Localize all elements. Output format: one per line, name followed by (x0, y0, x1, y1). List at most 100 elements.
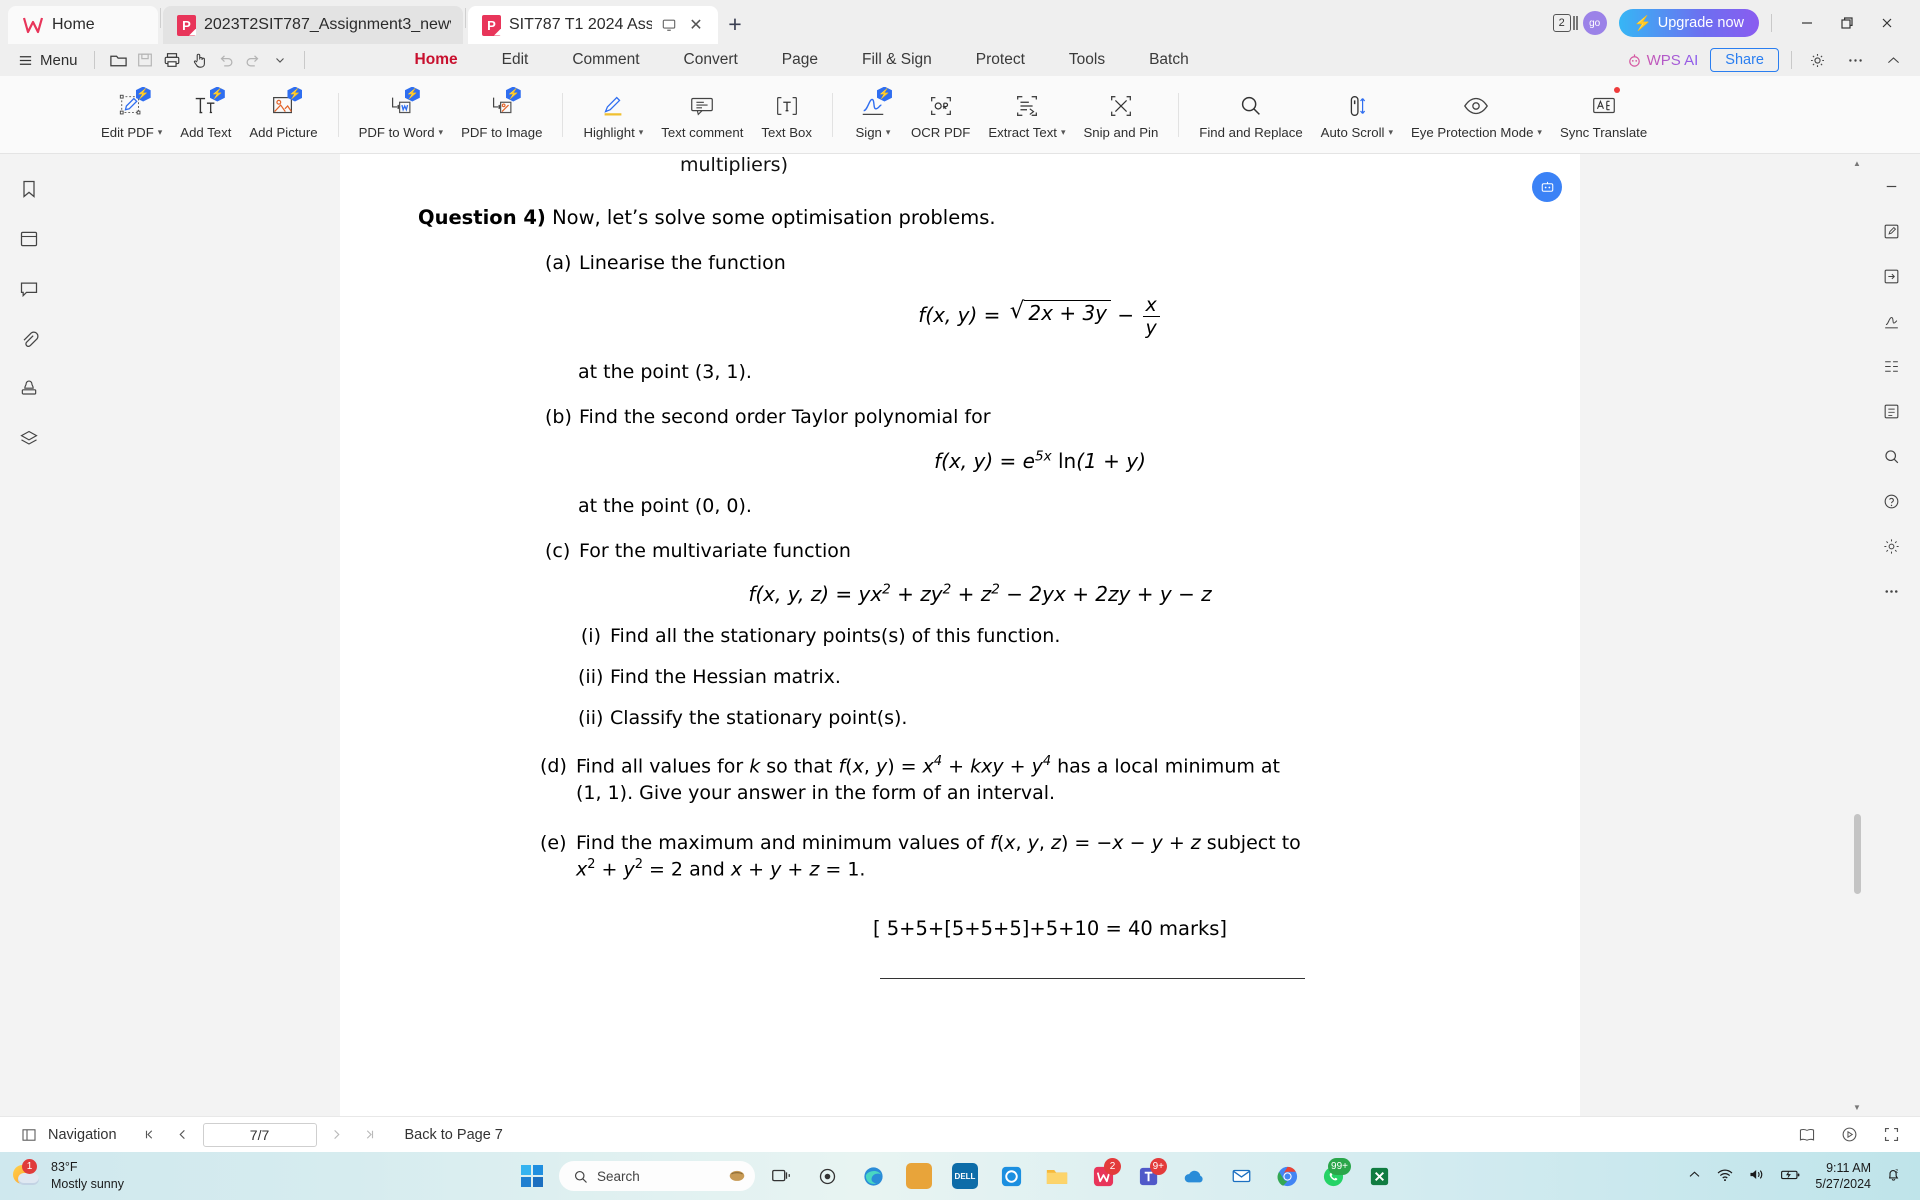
layers-icon[interactable] (12, 422, 46, 456)
tab-comment[interactable]: Comment (550, 44, 661, 76)
ribbon-highlight[interactable]: Highlight ▾ (574, 80, 652, 150)
settings-panel-icon[interactable] (1875, 529, 1909, 563)
compare-panel-icon[interactable] (1875, 349, 1909, 383)
touch-mode-icon[interactable] (186, 48, 213, 72)
ribbon-add-text[interactable]: ⚡ Add Text (171, 80, 240, 150)
tab-home[interactable]: Home (8, 6, 158, 44)
ribbon-find-and-replace[interactable]: Find and Replace (1190, 80, 1311, 150)
ribbon-extract-text[interactable]: Extract Text ▾ (979, 80, 1074, 150)
back-to-page-label[interactable]: Back to Page 7 (405, 1127, 503, 1143)
prev-page-icon[interactable] (170, 1122, 196, 1148)
scroll-up-icon[interactable]: ▲ (1851, 156, 1863, 170)
last-page-icon[interactable] (357, 1122, 383, 1148)
presentation-icon[interactable] (1836, 1122, 1862, 1148)
share-button[interactable]: Share (1710, 48, 1779, 72)
chevron-up-icon[interactable] (1880, 48, 1906, 72)
first-page-icon[interactable] (137, 1122, 163, 1148)
close-button[interactable] (1868, 9, 1906, 37)
ribbon-add-picture[interactable]: ⚡ Add Picture (240, 80, 326, 150)
wifi-icon[interactable] (1716, 1166, 1734, 1186)
taskbar-file-explorer[interactable] (1037, 1156, 1077, 1196)
tab-batch[interactable]: Batch (1127, 44, 1211, 76)
two-page-view-icon[interactable] (1794, 1122, 1820, 1148)
ribbon-ocr-pdf[interactable]: OCR PDF (902, 80, 979, 150)
print-icon[interactable] (159, 48, 186, 72)
save-icon[interactable] (132, 48, 159, 72)
window-count-badge[interactable]: 2 (1552, 14, 1575, 32)
taskbar-edge[interactable] (853, 1156, 893, 1196)
ai-assistant-icon[interactable] (1532, 172, 1562, 202)
navigation-label[interactable]: Navigation (48, 1127, 117, 1143)
tab-fill-and-sign[interactable]: Fill & Sign (840, 44, 954, 76)
form-panel-icon[interactable] (1875, 394, 1909, 428)
main-menu-button[interactable]: Menu (12, 52, 84, 69)
taskbar-dell[interactable]: DELL (945, 1156, 985, 1196)
new-tab-button[interactable]: + (718, 7, 752, 41)
battery-charging-icon[interactable] (1780, 1166, 1801, 1186)
gear-icon[interactable] (1804, 48, 1830, 72)
scroll-down-icon[interactable]: ▼ (1851, 1100, 1863, 1114)
windows-start-icon[interactable] (521, 1165, 543, 1187)
ribbon-auto-scroll[interactable]: Auto Scroll ▾ (1312, 80, 1402, 150)
tab-edit[interactable]: Edit (480, 44, 551, 76)
customize-chevron-icon[interactable] (267, 48, 294, 72)
taskbar-store[interactable] (899, 1156, 939, 1196)
redo-icon[interactable] (240, 48, 267, 72)
comment-icon[interactable] (12, 272, 46, 306)
search-panel-icon[interactable] (1875, 439, 1909, 473)
next-page-icon[interactable] (324, 1122, 350, 1148)
export-panel-icon[interactable] (1875, 259, 1909, 293)
document-viewport[interactable]: multipliers) Question 4) Now, let’s solv… (57, 154, 1863, 1116)
ribbon-sync-translate[interactable]: Sync Translate (1551, 80, 1656, 150)
navigation-panel-icon[interactable] (16, 1122, 42, 1148)
ribbon-snip-and-pin[interactable]: Snip and Pin (1075, 80, 1168, 150)
page-number-input[interactable]: 7/7 (202, 1122, 317, 1147)
show-hidden-icons[interactable] (1687, 1167, 1702, 1185)
tab-page[interactable]: Page (760, 44, 840, 76)
tab-tools[interactable]: Tools (1047, 44, 1127, 76)
taskbar-outlook[interactable] (1221, 1156, 1261, 1196)
taskbar-whatsapp[interactable]: 99+ (1313, 1156, 1353, 1196)
signature-panel-icon[interactable] (1875, 304, 1909, 338)
taskbar-widgets[interactable] (807, 1156, 847, 1196)
fullscreen-icon[interactable] (1878, 1122, 1904, 1148)
thumbnail-icon[interactable] (12, 222, 46, 256)
taskbar-teams[interactable]: 9+ (1129, 1156, 1169, 1196)
tab-protect[interactable]: Protect (954, 44, 1047, 76)
undo-icon[interactable] (213, 48, 240, 72)
taskbar-blue-app[interactable] (991, 1156, 1031, 1196)
taskbar-onedrive[interactable] (1175, 1156, 1215, 1196)
upgrade-button[interactable]: ⚡ Upgrade now (1618, 9, 1759, 37)
taskbar-excel[interactable] (1359, 1156, 1399, 1196)
avatar[interactable]: go (1582, 11, 1607, 35)
tab-close-icon[interactable]: ✕ (686, 15, 706, 35)
vertical-scrollbar[interactable]: ▲ ▼ (1851, 154, 1863, 1116)
open-folder-icon[interactable] (105, 48, 132, 72)
scrollbar-thumb[interactable] (1854, 814, 1861, 894)
minimize-button[interactable] (1788, 9, 1826, 37)
more-panel-icon[interactable] (1875, 574, 1909, 608)
tab-convert[interactable]: Convert (662, 44, 760, 76)
taskbar-chrome[interactable] (1267, 1156, 1307, 1196)
minimize-panel-icon[interactable] (1875, 169, 1909, 203)
restore-button[interactable] (1828, 9, 1866, 37)
tab-monitor-icon[interactable] (660, 16, 678, 34)
ribbon-pdf-to-word[interactable]: ⚡ PDF to Word ▾ (350, 80, 453, 150)
bookmark-icon[interactable] (12, 172, 46, 206)
wps-ai-button[interactable]: WPS AI (1627, 52, 1699, 69)
stamp-icon[interactable] (12, 372, 46, 406)
tab-home[interactable]: Home (393, 44, 480, 76)
tab-doc-1[interactable]: P 2023T2SIT787_Assignment3_newv2.pdf (163, 6, 463, 44)
ribbon-eye-protection-mode[interactable]: Eye Protection Mode ▾ (1402, 80, 1551, 150)
taskbar-task-view[interactable] (761, 1156, 801, 1196)
ribbon-text-comment[interactable]: Text comment (652, 80, 752, 150)
notification-bell-icon[interactable]: z (1885, 1166, 1902, 1186)
ribbon-edit-pdf[interactable]: ⚡ Edit PDF ▾ (92, 80, 171, 150)
more-horizontal-icon[interactable] (1842, 48, 1868, 72)
ribbon-text-box[interactable]: Text Box (752, 80, 821, 150)
ribbon-pdf-to-image[interactable]: ⚡ PDF to Image (452, 80, 551, 150)
edit-panel-icon[interactable] (1875, 214, 1909, 248)
search-input[interactable]: Search (559, 1161, 755, 1191)
taskbar-wps[interactable]: 2 (1083, 1156, 1123, 1196)
volume-icon[interactable] (1748, 1166, 1766, 1186)
